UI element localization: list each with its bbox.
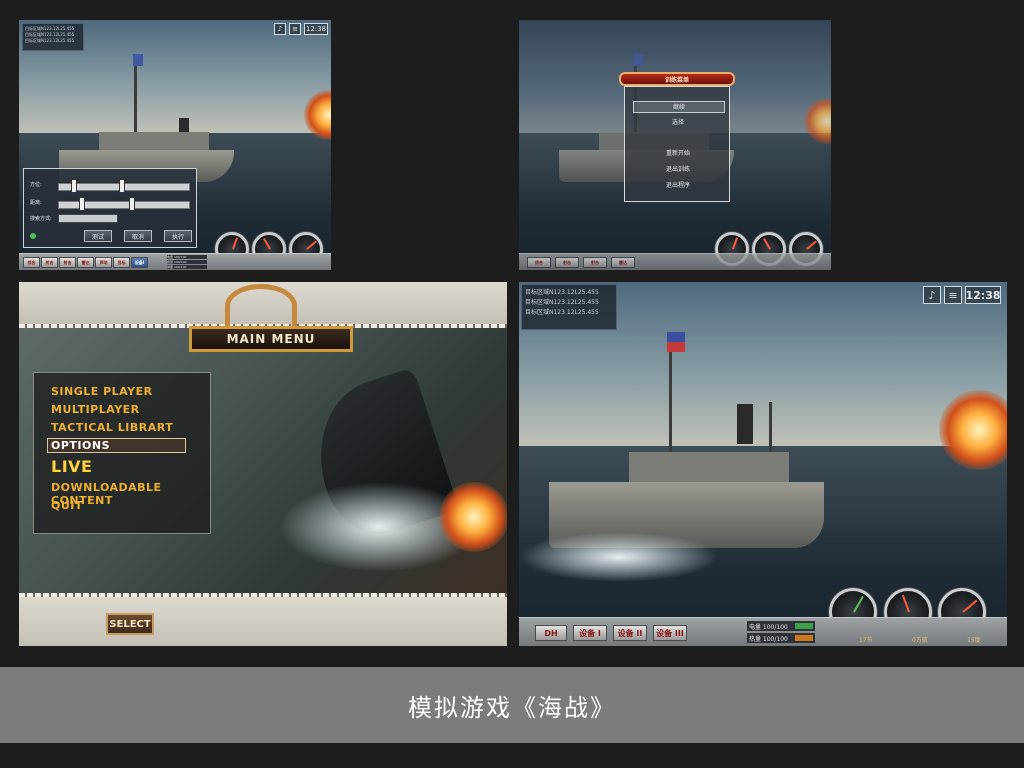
panel-gameplay-hud: 目标区域N123.12L25.455 目标区域N123.12L25.455 目标… — [519, 282, 1007, 646]
menu-item-select[interactable]: 选择 — [633, 117, 723, 126]
bow-wave — [519, 532, 719, 582]
power-stat: 电量 100/100 — [747, 621, 815, 631]
explosion — [439, 482, 507, 552]
top-icons: ♪ ≡ 12:38 — [923, 286, 1001, 304]
status-indicator-icon — [30, 233, 36, 239]
menu-item-exit-training[interactable]: 退出训练 — [633, 164, 723, 173]
menu-item-quit[interactable]: QUIT — [51, 499, 83, 512]
panel-options-dialog: 目标区域N123.12L25.455 目标区域N123.12L25.455 目标… — [19, 20, 331, 270]
panel-main-menu: MAIN MENU SINGLE PLAYER MULTIPLAYER TACT… — [19, 282, 507, 646]
toolbar-button[interactable]: 射击 — [583, 257, 607, 268]
toolbar-button[interactable]: 设备I — [131, 257, 148, 268]
toolbar-button[interactable]: 射击 — [41, 257, 58, 268]
menu-item-multiplayer[interactable]: MULTIPLAYER — [51, 403, 140, 416]
bottom-toolbar: DH 设备 I 设备 II 设备 III 电量 100/100 热量 100/1… — [519, 617, 1007, 646]
menu-item-single-player[interactable]: SINGLE PLAYER — [51, 385, 153, 398]
toolbar-button-device-2[interactable]: 设备 II — [613, 625, 647, 641]
bearing-label: 方位: — [30, 182, 42, 188]
toolbar-button[interactable]: 射击 — [555, 257, 579, 268]
toolbar-button-dh[interactable]: DH — [535, 625, 567, 641]
flag-icon — [633, 54, 643, 66]
clock: 12:38 — [965, 286, 1001, 304]
ship-wheel-icon — [225, 284, 297, 328]
power-stat-label: 电量 100/100 — [749, 623, 788, 631]
toolbar-button-device-1[interactable]: 设备 I — [573, 625, 607, 641]
ammo-stat: 弹量 100/100 — [167, 265, 207, 269]
target-info: 目标区域N123.12L25.455 目标区域N123.12L25.455 目标… — [22, 23, 84, 51]
target-line: 目标区域N123.12L25.455 — [25, 38, 75, 43]
toolbar-button[interactable]: 综合 — [527, 257, 551, 268]
toolbar-button[interactable]: 雷达 — [77, 257, 94, 268]
menu-item-live[interactable]: LIVE — [51, 457, 92, 476]
toolbar-button[interactable]: 综合 — [23, 257, 40, 268]
search-mode-label: 搜索方式: — [30, 216, 52, 222]
heading-readout: 0方航 — [912, 637, 928, 644]
toolbar-button[interactable]: 射击 — [59, 257, 76, 268]
menu-item-tactical-library[interactable]: TACTICAL LIBRART — [51, 421, 173, 434]
bottom-toolbar: 综合 射击 射击 雷达 — [519, 253, 831, 270]
execute-button[interactable]: 执行 — [164, 230, 192, 242]
heat-stat: 热量 100/100 — [747, 633, 815, 643]
target-line: 目标区域N123.12L25.455 — [525, 289, 599, 296]
training-menu-title: 训练菜单 — [619, 72, 735, 86]
clock: 12:38 — [304, 23, 328, 35]
angle-readout: 15度 — [967, 637, 981, 644]
top-icons: ♪ ≡ 12:38 — [274, 23, 328, 35]
flag-icon — [133, 54, 143, 66]
speaker-icon[interactable]: ♪ — [274, 23, 286, 35]
target-line: 目标区域N123.12L25.455 — [525, 299, 599, 306]
target-info: 目标区域N123.12L25.455 目标区域N123.12L25.455 目标… — [521, 284, 617, 330]
heat-stat-label: 热量 100/100 — [749, 635, 788, 643]
speed-readout: 17节 — [859, 637, 873, 644]
target-line: 目标区域N123.12L25.455 — [525, 309, 599, 316]
caption-text: 模拟游戏《海战》 — [408, 693, 616, 722]
document-icon[interactable]: ≡ — [289, 23, 301, 35]
cancel-button[interactable]: 取消 — [124, 230, 152, 242]
distance-slider[interactable] — [58, 197, 190, 211]
select-button[interactable]: SELECT — [106, 613, 154, 635]
toolbar-button[interactable]: 声呐 — [95, 257, 112, 268]
menu-item-continue[interactable]: 继续 — [633, 101, 725, 113]
distance-label: 距离: — [30, 200, 42, 206]
test-button[interactable]: 测试 — [84, 230, 112, 242]
fuel-stat: 燃量 100/100 — [167, 260, 207, 264]
bottom-toolbar: 综合 射击 射击 雷达 声呐 目标 设备I 电量 100/100 燃量 100/… — [19, 253, 331, 270]
caption-band: 模拟游戏《海战》 — [0, 667, 1024, 743]
speaker-icon[interactable]: ♪ — [923, 286, 941, 304]
main-menu-list: SINGLE PLAYER MULTIPLAYER TACTICAL LIBRA… — [33, 372, 211, 534]
training-menu: 继续 选择 重新开始 退出训练 退出程序 — [624, 86, 730, 202]
panel-training-menu: 训练菜单 继续 选择 重新开始 退出训练 退出程序 综合 射击 射击 雷达 — [519, 20, 831, 270]
toolbar-button-device-3[interactable]: 设备 III — [653, 625, 687, 641]
menu-item-options[interactable]: OPTIONS — [47, 438, 186, 453]
toolbar-button[interactable]: 目标 — [113, 257, 130, 268]
menu-item-exit-program[interactable]: 退出程序 — [633, 180, 723, 189]
document-icon[interactable]: ≡ — [944, 286, 962, 304]
menu-item-restart[interactable]: 重新开始 — [633, 148, 723, 157]
flag-icon — [667, 332, 685, 352]
main-menu-title: MAIN MENU — [189, 326, 353, 352]
search-mode-select[interactable] — [58, 214, 118, 223]
bearing-slider[interactable] — [58, 179, 190, 193]
power-stat: 电量 100/100 — [167, 255, 207, 259]
paper-border-bottom — [19, 597, 507, 646]
toolbar-button[interactable]: 雷达 — [611, 257, 635, 268]
options-dialog: 方位: 距离: 搜索方式: 测试 取消 执行 — [23, 168, 197, 248]
